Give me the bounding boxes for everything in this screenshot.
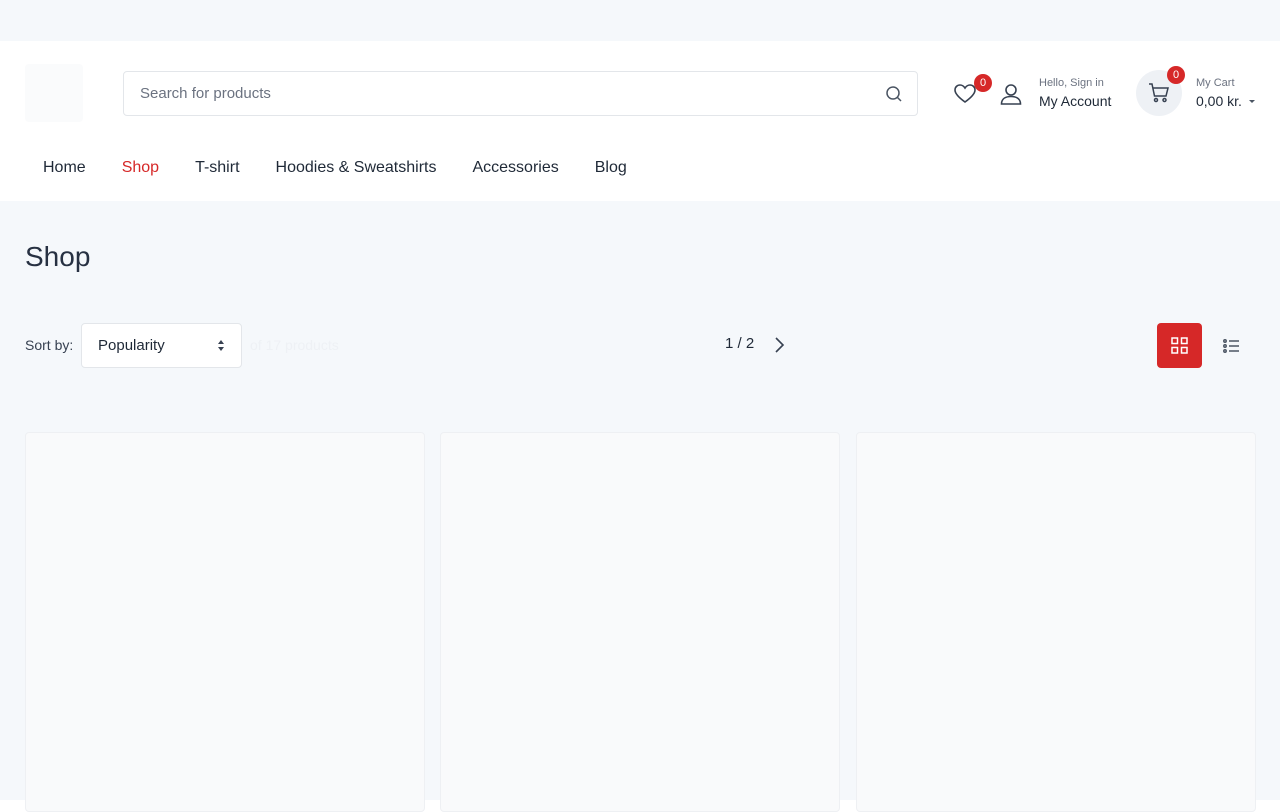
top-bar [0,0,1280,41]
cart-icon [1149,83,1169,103]
site-logo[interactable] [25,64,83,122]
sort-label: Sort by: [25,337,74,353]
shop-toolbar: Sort by: Popularity of 17 products 1 / 2 [0,322,1280,392]
list-icon [1223,339,1239,353]
cart-button[interactable]: 0 My Cart 0,00 kr. [1136,66,1260,117]
nav-item-hoodies-sweatshirts[interactable]: Hoodies & Sweatshirts [258,155,455,181]
chevron-right-icon[interactable] [770,335,788,355]
search-input[interactable] [124,72,864,115]
wishlist-button[interactable]: 0 [952,74,992,107]
site-header: 0 Hello, Sign in My Account 0 My Cart 0,… [0,41,1280,201]
chevron-down-icon [1249,100,1255,103]
product-card[interactable] [25,432,425,812]
list-view-button[interactable] [1221,336,1243,356]
nav-item-accessories[interactable]: Accessories [454,155,576,181]
account-link[interactable]: Hello, Sign in My Account [998,75,1123,111]
page-title: Shop [25,241,91,272]
product-grid [25,432,1256,812]
nav-item-t-shirt[interactable]: T-shirt [177,155,257,181]
pagination-status: 1 / 2 [725,335,755,352]
search-form [123,71,918,116]
grid-icon [1171,337,1188,354]
account-label: My Account [1039,93,1112,109]
nav-item-home[interactable]: Home [25,155,104,181]
account-greeting: Hello, Sign in [1039,77,1104,89]
product-card[interactable] [856,432,1256,812]
search-icon[interactable] [883,83,905,105]
sort-select[interactable]: Popularity [81,323,242,368]
nav-item-shop[interactable]: Shop [104,155,177,181]
result-count: of 17 products [250,337,339,353]
grid-view-button[interactable] [1157,323,1202,368]
product-card[interactable] [440,432,840,812]
select-arrows-icon [218,340,224,352]
main-nav: Home Shop T-shirt Hoodies & Sweatshirts … [25,155,645,181]
cart-total: 0,00 kr. [1196,93,1242,109]
user-icon [998,81,1024,107]
cart-count-badge: 0 [1167,66,1185,84]
nav-item-blog[interactable]: Blog [577,155,645,181]
sort-select-value: Popularity [98,337,165,354]
cart-label: My Cart [1196,77,1235,89]
wishlist-count-badge: 0 [974,74,992,92]
